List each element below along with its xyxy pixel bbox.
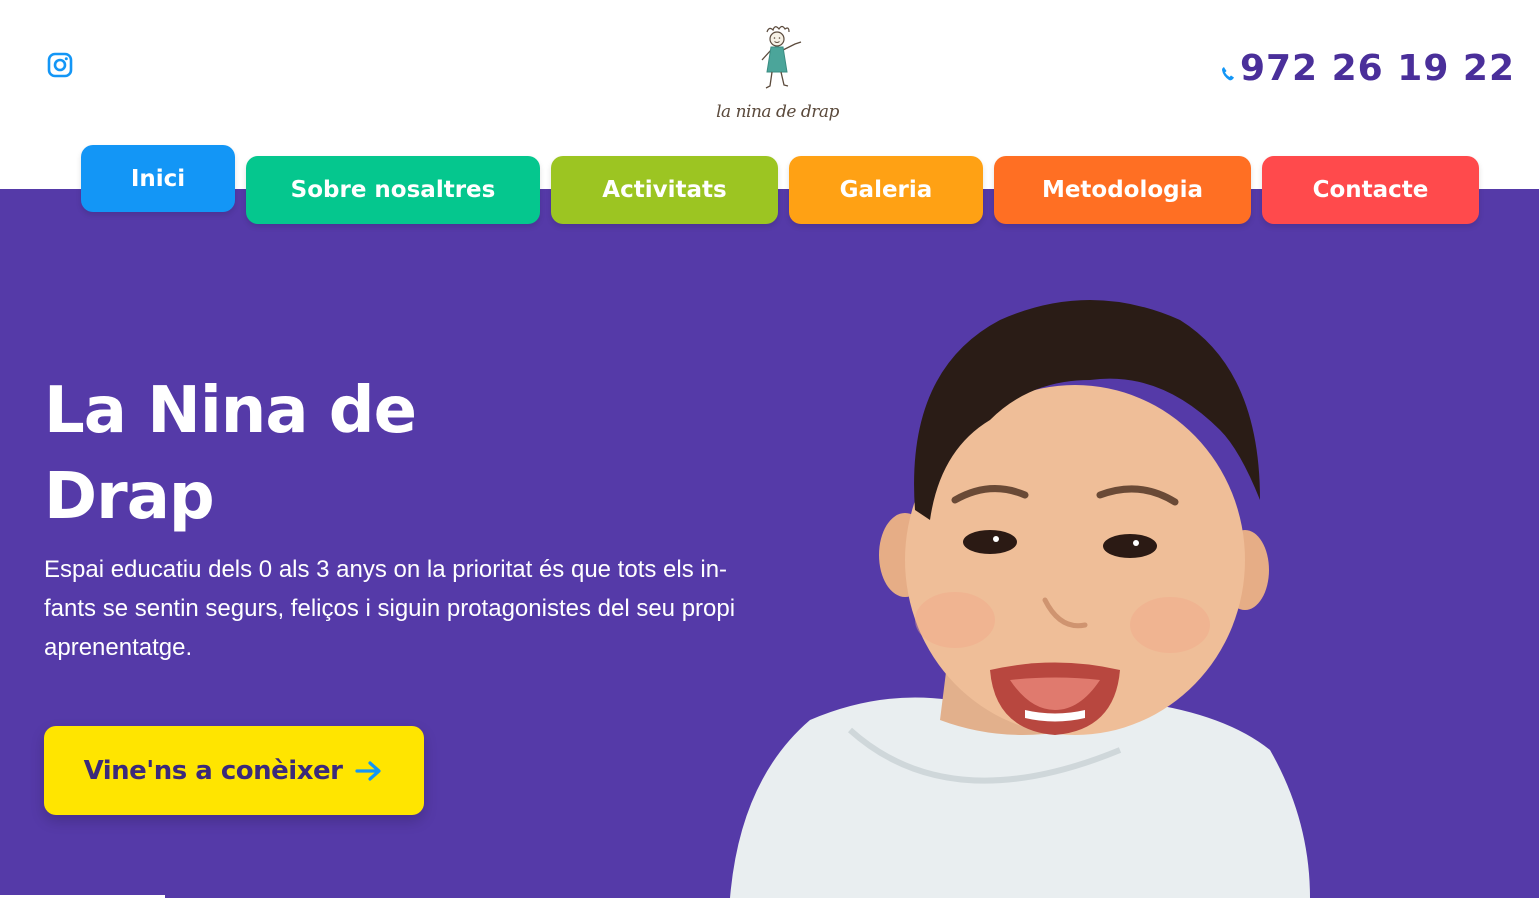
main-navigation: Inici Sobre nosaltres Activitats Galeria… [0,0,1539,230]
nav-item-activitats[interactable]: Activitats [551,156,778,224]
smiling-baby-photo [700,280,1340,898]
cta-label: Vine'ns a conèixer [83,755,343,786]
nav-item-metodologia[interactable]: Metodologia [994,156,1251,224]
nav-item-contacte[interactable]: Contacte [1262,156,1479,224]
arrow-right-icon [354,760,384,782]
nav-item-galeria[interactable]: Galeria [789,156,983,224]
nav-item-inici[interactable]: Inici [81,145,235,212]
nav-item-sobre-nosaltres[interactable]: Sobre nosaltres [246,156,540,224]
hero-title: La Nina de Drap [44,374,417,534]
hero-description: Espai educatiu dels 0 als 3 anys on la p… [44,556,736,661]
cta-button[interactable]: Vine'ns a conèixer [44,726,424,815]
